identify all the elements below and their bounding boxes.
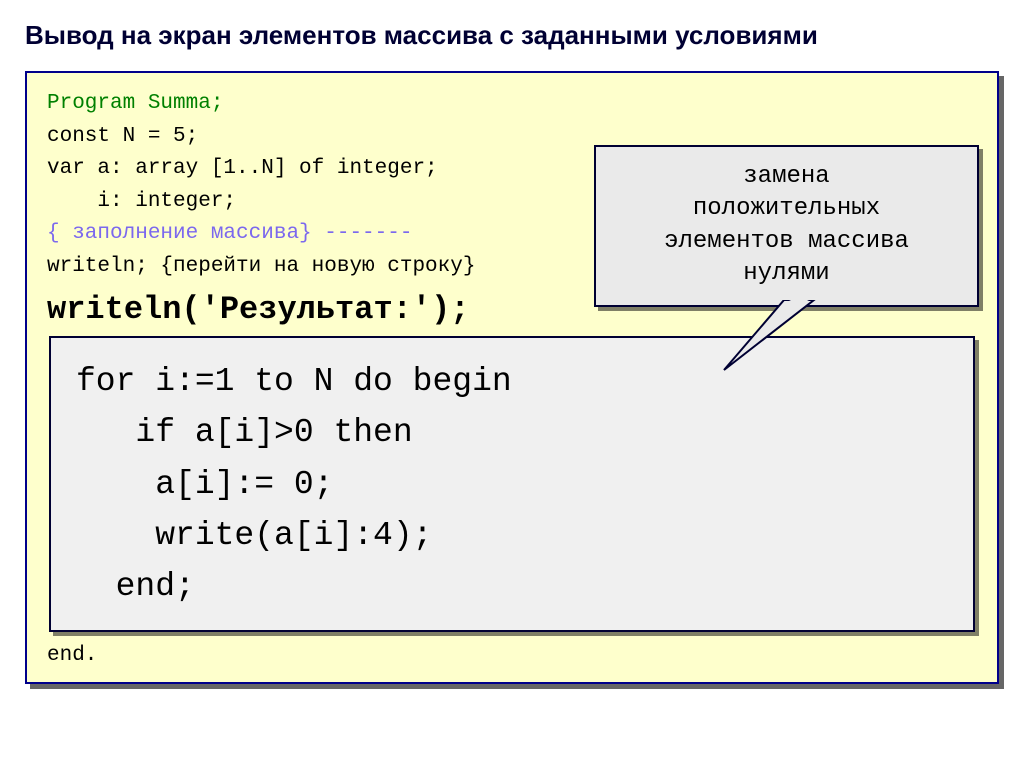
loop-line-4: write(a[i]:4); [76, 510, 948, 561]
loop-line-3: a[i]:= 0; [76, 459, 948, 510]
callout-line-4: нулями [606, 258, 967, 290]
callout-box: замена положительных элементов массива н… [594, 145, 979, 307]
loop-line-2: if a[i]>0 then [76, 407, 948, 458]
loop-line-5: end; [76, 561, 948, 612]
loop-box: for i:=1 to N do begin if a[i]>0 then a[… [49, 336, 975, 632]
callout-line-3: элементов массива [606, 226, 967, 258]
callout-line-1: замена [606, 161, 967, 193]
code-program: Program Summa; [47, 88, 977, 121]
code-end: end. [47, 644, 977, 667]
slide-title: Вывод на экран элементов массива с задан… [25, 20, 999, 51]
callout-line-2: положительных [606, 193, 967, 225]
